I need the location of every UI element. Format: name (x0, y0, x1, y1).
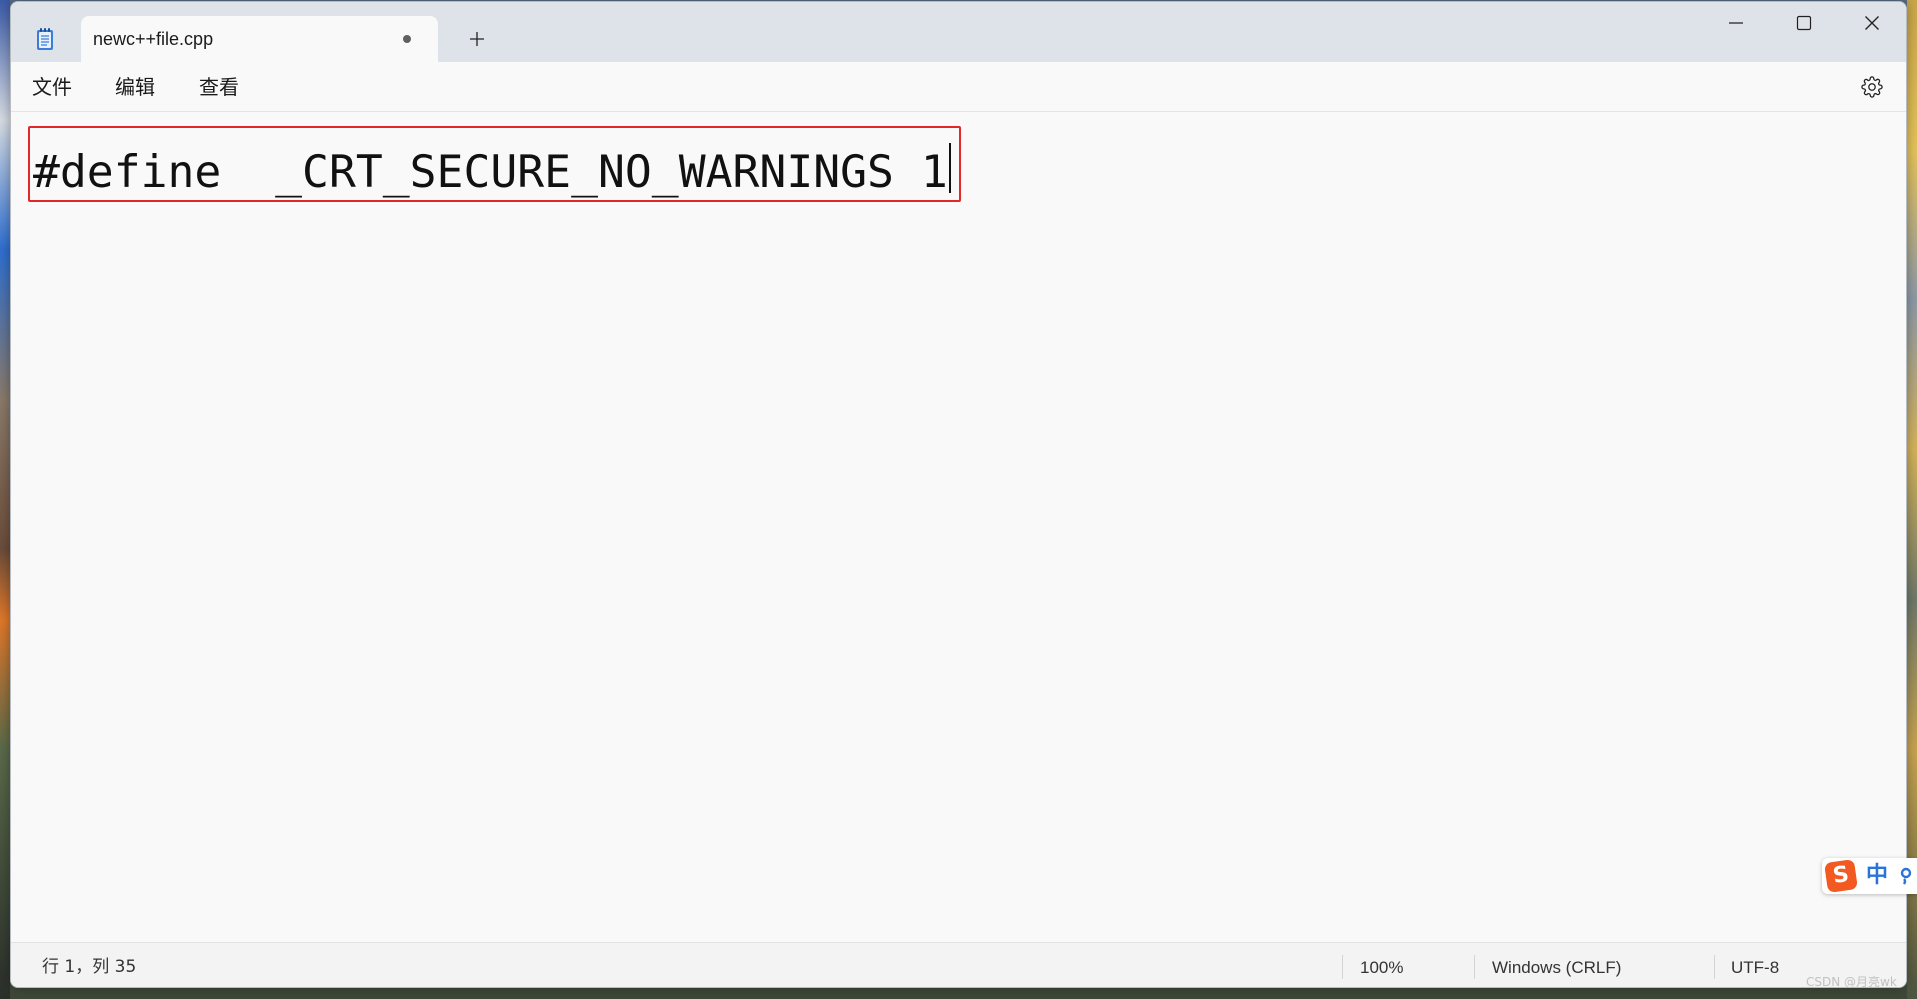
maximize-icon (1796, 15, 1812, 31)
ime-logo[interactable]: S (1824, 859, 1858, 893)
unsaved-dot-icon[interactable] (403, 35, 411, 43)
watermark: CSDN @月亮wk (1806, 975, 1897, 989)
plus-icon (470, 32, 484, 46)
status-separator (1714, 955, 1715, 979)
menu-file[interactable]: 文件 (22, 67, 82, 107)
status-separator (1474, 955, 1475, 979)
line-ending[interactable]: Windows (CRLF) (1492, 945, 1621, 987)
notepad-icon (34, 27, 56, 51)
gear-icon (1861, 76, 1883, 98)
tab-title: newc++file.cpp (93, 29, 214, 49)
text-cursor (948, 143, 951, 193)
title-bar[interactable]: newc++file.cpp (11, 2, 1906, 62)
editor-textarea[interactable]: #define _CRT_SECURE_NO_WARNINGS 1 (11, 112, 1906, 942)
menu-bar: 文件 编辑 查看 (11, 62, 1906, 112)
settings-button[interactable] (1852, 67, 1892, 107)
close-button[interactable] (1838, 2, 1906, 44)
close-icon (1865, 16, 1879, 30)
ime-toolbar[interactable]: S 中 (1822, 858, 1917, 894)
menu-view[interactable]: 查看 (189, 67, 249, 107)
minimize-icon (1729, 22, 1743, 24)
cursor-position[interactable]: 行 1，列 35 (42, 945, 136, 987)
punctuation-mode-icon[interactable] (1898, 866, 1917, 886)
desktop-background-left (0, 0, 10, 999)
status-separator (1342, 955, 1343, 979)
zoom-level[interactable]: 100% (1360, 945, 1403, 987)
notepad-window: newc++file.cpp 文件 编辑 查看 #define _CRT_SEC… (10, 1, 1907, 988)
editor-text[interactable]: #define _CRT_SECURE_NO_WARNINGS 1 (33, 146, 948, 198)
encoding[interactable]: UTF-8 (1731, 945, 1779, 987)
desktop-background-right (1907, 0, 1917, 999)
minimize-button[interactable] (1702, 2, 1770, 44)
new-tab-button[interactable] (458, 20, 496, 58)
status-bar: 行 1，列 35 100% Windows (CRLF) UTF-8 (11, 942, 1906, 987)
maximize-button[interactable] (1770, 2, 1838, 44)
tab-newc-file[interactable]: newc++file.cpp (81, 16, 438, 62)
menu-edit[interactable]: 编辑 (105, 67, 165, 107)
ime-mode-toggle[interactable]: 中 (1866, 858, 1888, 894)
editor-line[interactable]: #define _CRT_SECURE_NO_WARNINGS 1 (33, 143, 951, 198)
